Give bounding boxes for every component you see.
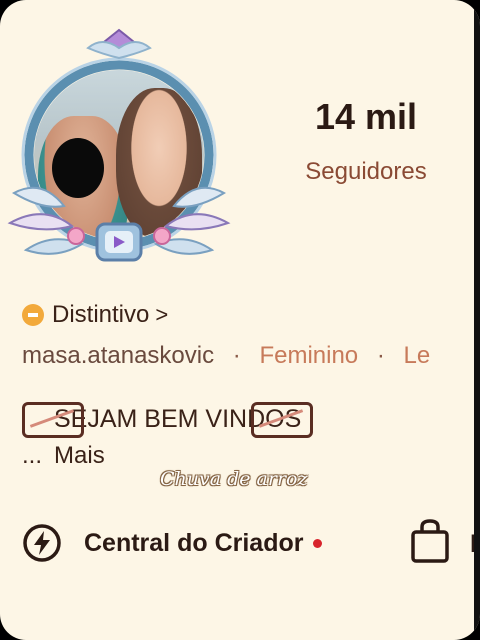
separator: · xyxy=(376,342,385,369)
creator-center-button[interactable]: Central do Criador xyxy=(22,520,323,566)
lightning-icon xyxy=(23,524,61,562)
ellipsis: ... xyxy=(22,442,43,469)
shopping-bag-icon[interactable] xyxy=(410,518,450,564)
video-caption: Chuva de arroz xyxy=(160,468,308,490)
notification-dot xyxy=(313,538,323,548)
creator-center-label: Central do Criador xyxy=(84,528,304,557)
separator: · xyxy=(232,342,241,369)
bio-text: SEJAM BEM VINDOS xyxy=(22,402,314,438)
profile-avatar[interactable] xyxy=(2,28,238,268)
chevron-right-icon: > xyxy=(155,302,169,327)
followers-label: Seguidores xyxy=(305,158,427,185)
avatar-frame-icon xyxy=(7,28,231,262)
followers-stat[interactable]: 14 mil Seguidores xyxy=(266,96,466,186)
profile-meta: masa.atanaskovic · Feminino · Le xyxy=(22,342,430,370)
badge-link[interactable]: Distintivo > xyxy=(22,300,168,330)
followers-count: 14 mil xyxy=(314,96,418,137)
sticker-icon xyxy=(251,402,314,438)
sticker-icon xyxy=(22,402,84,438)
gender-tag[interactable]: Feminino xyxy=(259,342,358,369)
username: masa.atanaskovic xyxy=(22,342,215,369)
profile-card: 14 mil Seguidores Distintivo > masa.atan… xyxy=(0,0,480,640)
bio-more[interactable]: ... Mais xyxy=(22,442,105,470)
badge-label: Distintivo xyxy=(52,301,150,328)
extra-tag[interactable]: Le xyxy=(404,342,431,369)
badge-icon xyxy=(22,304,44,326)
shop-label[interactable]: K xyxy=(470,530,480,559)
more-link[interactable]: Mais xyxy=(54,442,105,469)
